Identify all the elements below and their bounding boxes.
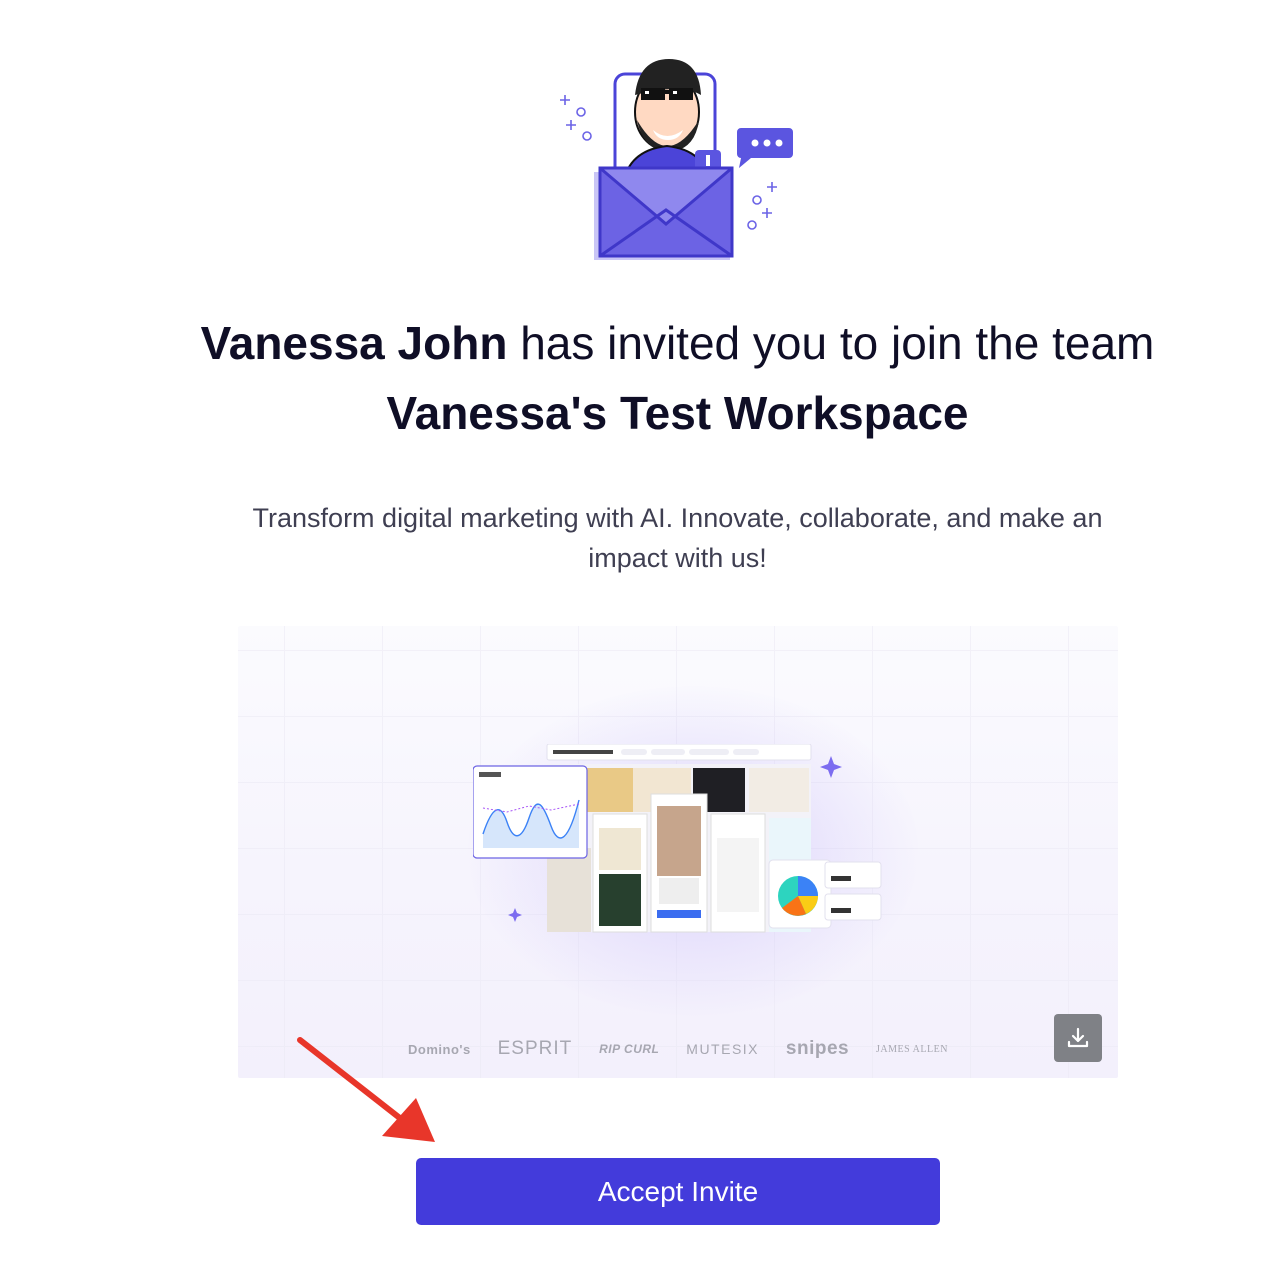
- invite-tagline: Transform digital marketing with AI. Inn…: [252, 503, 1103, 573]
- logo-james-allen: JAMES ALLEN: [876, 1043, 948, 1055]
- headline-middle-text: has invited you to join the team: [507, 317, 1155, 369]
- download-icon: [1067, 1027, 1089, 1048]
- accept-invite-button[interactable]: Accept Invite: [416, 1158, 940, 1225]
- invite-headline: Vanessa John has invited you to join the…: [180, 308, 1175, 448]
- envelope-avatar-illustration: [560, 59, 793, 260]
- product-preview-image: Domino's ESPRIT RIP CURL MUTESIX snipes …: [238, 626, 1118, 1078]
- download-button[interactable]: [1054, 1014, 1102, 1062]
- logo-mutesix: MUTESIX: [686, 1041, 760, 1057]
- workspace-name: Vanessa's Test Workspace: [386, 387, 969, 439]
- dashboard-mockup: [473, 744, 882, 933]
- logo-ripcurl: RIP CURL: [599, 1042, 660, 1056]
- client-logos: Domino's ESPRIT RIP CURL MUTESIX snipes …: [408, 1034, 948, 1064]
- pointer-arrow-annotation: [297, 1037, 435, 1142]
- logo-snipes: snipes: [785, 1038, 850, 1059]
- logo-esprit: ESPRIT: [497, 1038, 573, 1059]
- inviter-name: Vanessa John: [200, 317, 508, 369]
